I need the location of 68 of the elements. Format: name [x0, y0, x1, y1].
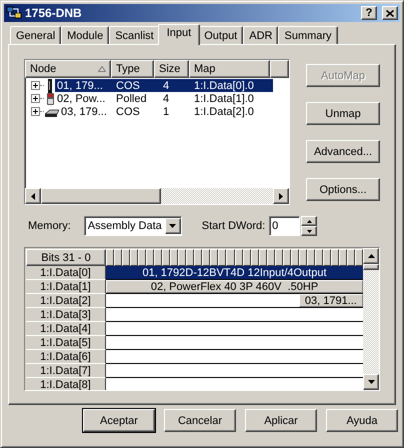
tab[interactable]: Output [198, 26, 244, 44]
table-cell-text: COS [115, 105, 141, 118]
mapped-node[interactable]: 01, 1792D-12BVT4D 12Input/4Output [106, 266, 363, 279]
table-cell-text: 4 [162, 92, 170, 105]
table-cell-text: 1:I.Data[2].0 [193, 105, 255, 118]
spin-buttons[interactable] [301, 216, 318, 236]
row-header: 1:I.Data[3] [26, 308, 106, 322]
tab[interactable]: ADR [243, 26, 278, 44]
table-cell: COS [114, 79, 157, 92]
row-header: 1:I.Data[2] [26, 294, 106, 308]
row-header: 1:I.Data[7] [26, 364, 106, 378]
help-button[interactable]: ? [361, 6, 377, 20]
tab[interactable]: Module [61, 26, 110, 44]
row-header: 1:I.Data[6] [26, 350, 106, 364]
up-arrow-icon [368, 254, 374, 258]
close-icon [386, 10, 394, 16]
tab[interactable]: Input [158, 24, 200, 45]
vertical-scrollbar[interactable] [363, 248, 379, 390]
table-cell: 4 [157, 79, 192, 92]
expand-icon[interactable] [31, 94, 40, 103]
window-title: 1756-DNB [25, 6, 83, 20]
right-arrow-icon [279, 192, 283, 200]
dialog-button[interactable]: Ayuda [326, 409, 398, 432]
memory-dropdown[interactable]: Assembly Data [84, 216, 182, 236]
left-arrow-icon [31, 192, 35, 200]
column-header[interactable]: Type [111, 60, 154, 78]
row-header: 1:I.Data[1] [26, 280, 106, 294]
tree-item[interactable]: 01, 179... [55, 79, 114, 92]
horizontal-scrollbar[interactable] [25, 188, 289, 204]
table-cell: 1:I.Data[0].0 [192, 79, 273, 92]
row-header: 1:I.Data[0] [26, 266, 106, 280]
expand-icon[interactable] [31, 107, 40, 116]
down-arrow-icon [306, 230, 312, 232]
expand-icon[interactable] [31, 81, 40, 90]
up-arrow-icon [306, 220, 312, 222]
mapped-node[interactable]: 02, PowerFlex 40 3P 460V .50HP [106, 280, 363, 293]
column-header[interactable]: Node [25, 60, 111, 78]
column-header: Bits 31 - 0 [26, 249, 106, 266]
module-icon [45, 78, 55, 92]
down-arrow-icon [368, 380, 374, 384]
table-cell-text: 1:I.Data[1].0 [193, 92, 255, 105]
field-label: Memory: [28, 220, 71, 232]
tree-item[interactable]: 03, 179... [59, 105, 114, 118]
tree-item[interactable]: 02, Pow... [55, 92, 114, 105]
tab[interactable]: Summary [278, 26, 338, 44]
action-button[interactable]: Options... [306, 178, 380, 201]
mapped-node[interactable]: 03, 1791... [298, 294, 363, 307]
table-cell-text: 1 [162, 105, 170, 118]
dropdown-arrow-icon [169, 224, 176, 228]
start-dword-field[interactable]: 0 [269, 216, 300, 236]
close-button[interactable] [382, 6, 398, 20]
table-cell-text: Polled [115, 92, 148, 105]
sort-icon [98, 66, 106, 72]
action-button[interactable]: Unmap [306, 102, 380, 125]
row-header: 1:I.Data[4] [26, 322, 106, 336]
tab[interactable]: Scanlist [109, 26, 160, 44]
network-icon [6, 6, 22, 20]
dialog-button[interactable]: Aplicar [245, 409, 317, 432]
column-header[interactable]: Size [154, 60, 189, 78]
column-header[interactable]: Map [189, 60, 270, 78]
action-button[interactable]: Advanced... [306, 140, 380, 163]
field-label: Start DWord: [202, 220, 266, 232]
scroll-thumb[interactable] [363, 264, 379, 270]
dialog-button[interactable]: Cancelar [164, 409, 236, 432]
drive-icon [45, 92, 55, 106]
row-header: 1:I.Data[5] [26, 336, 106, 350]
dialog-button[interactable]: Aceptar [83, 409, 155, 432]
tab[interactable]: General [10, 26, 62, 44]
